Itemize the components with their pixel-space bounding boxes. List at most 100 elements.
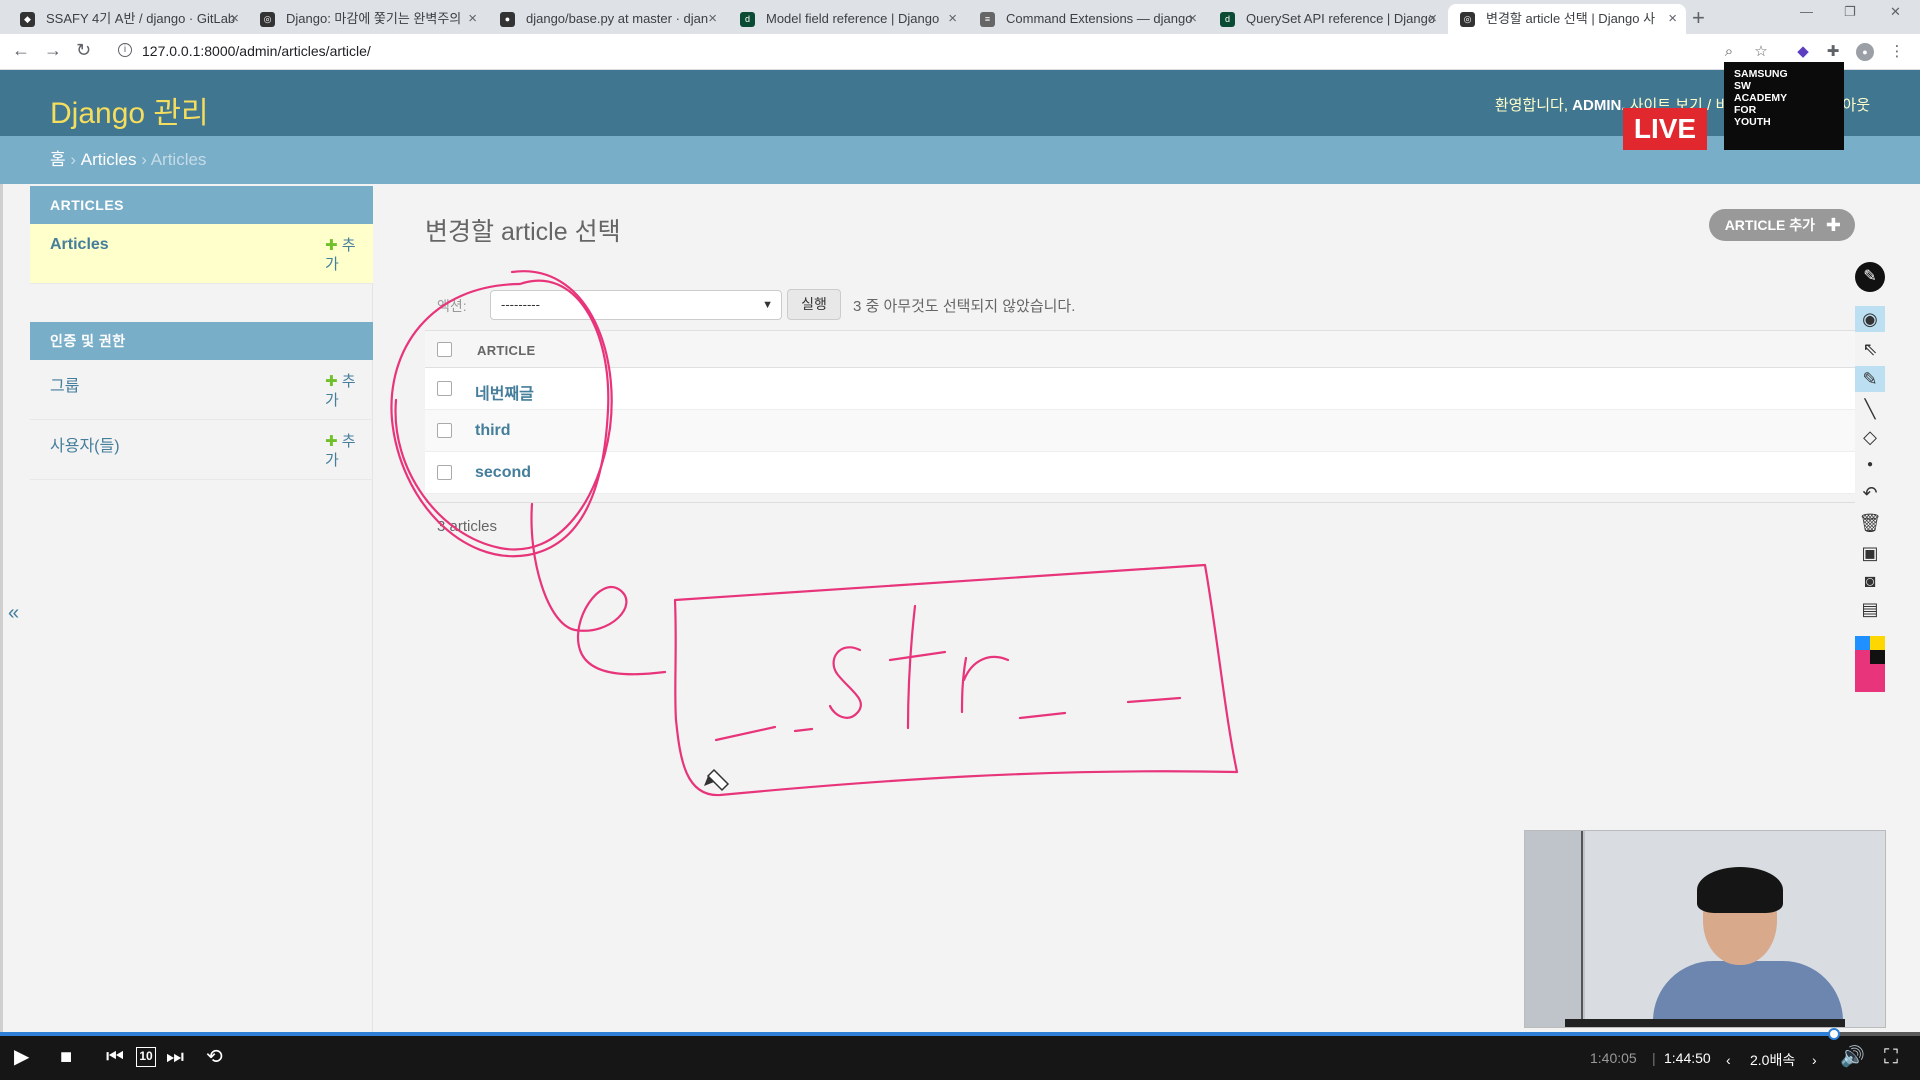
close-icon[interactable]: ×	[468, 4, 477, 34]
browser-tab[interactable]: d QuerySet API reference | Django ×	[1208, 4, 1446, 34]
add-link[interactable]: ✚ 추가	[325, 372, 361, 410]
tab-title: SSAFY 4기 A반 / django · GitLab	[46, 11, 236, 26]
webcam-person-body	[1653, 961, 1843, 1027]
sidebar-item-label[interactable]: Articles	[50, 236, 109, 254]
github-icon: ●	[500, 12, 515, 27]
browser-tab[interactable]: ◎ Django: 마감에 쫓기는 완벽주의 ×	[248, 4, 486, 34]
breadcrumb-app[interactable]: Articles	[81, 150, 137, 169]
tab-title: Django: 마감에 쫓기는 완벽주의	[286, 11, 462, 26]
column-header[interactable]: ARTICLE	[477, 343, 535, 358]
gitlab-icon: ◆	[20, 12, 35, 27]
cursor-icon[interactable]: ⇖	[1855, 336, 1885, 362]
reload-icon[interactable]: ↻	[76, 40, 91, 61]
playback-speed[interactable]: 2.0배속	[1750, 1050, 1795, 1070]
back-icon[interactable]: ←	[12, 40, 30, 61]
profile-avatar[interactable]: ●	[1856, 43, 1874, 61]
color-swatch-yellow[interactable]	[1870, 636, 1885, 650]
color-swatch-pink[interactable]	[1855, 650, 1870, 664]
article-link[interactable]: third	[475, 422, 511, 440]
eraser-icon[interactable]: ◇	[1855, 424, 1885, 450]
action-select[interactable]: --------- ▼	[490, 290, 782, 320]
pen-tool-logo-icon[interactable]: ✎	[1855, 262, 1885, 292]
close-window-icon[interactable]: ✕	[1890, 4, 1901, 20]
site-brand[interactable]: Django 관리	[50, 88, 209, 132]
color-swatch-black[interactable]	[1870, 650, 1885, 664]
progress-bar[interactable]	[0, 1028, 1920, 1040]
color-swatch-blue[interactable]	[1855, 636, 1870, 650]
selection-counter: 3 중 아무것도 선택되지 않았습니다.	[853, 298, 1076, 315]
module-articles: ARTICLES Articles ✚ 추가	[30, 186, 373, 284]
globe-icon: ◎	[260, 12, 275, 27]
fullscreen-icon[interactable]: ⛶	[1884, 1046, 1898, 1068]
article-link[interactable]: second	[475, 464, 531, 482]
new-tab-icon[interactable]: +	[1692, 4, 1705, 32]
star-icon[interactable]: ☆	[1752, 43, 1770, 61]
django-icon: d	[1220, 12, 1235, 27]
repeat-icon[interactable]: ⟲	[206, 1046, 223, 1068]
browser-tab-active[interactable]: ◎ 변경할 article 선택 | Django 사 ×	[1448, 4, 1686, 34]
sidebar-collapse-toggle[interactable]: «	[8, 602, 19, 625]
url-field[interactable]: 127.0.0.1:8000/admin/articles/article/	[142, 43, 371, 59]
close-icon[interactable]: ×	[1668, 4, 1677, 34]
table-row: second	[425, 452, 1855, 494]
breadcrumb-home[interactable]: 홈	[50, 150, 66, 169]
table-row: third	[425, 410, 1855, 452]
module-caption[interactable]: ARTICLES	[30, 186, 373, 224]
previous-icon[interactable]: ⏮	[106, 1046, 124, 1068]
speed-down-icon[interactable]: ‹	[1726, 1049, 1731, 1071]
module-caption[interactable]: 인증 및 권한	[30, 322, 373, 360]
camera-icon[interactable]: ◙	[1855, 568, 1885, 594]
volume-icon[interactable]: 🔊	[1840, 1046, 1865, 1068]
info-icon[interactable]: i	[118, 43, 132, 57]
add-link[interactable]: ✚ 추가	[325, 236, 361, 274]
screen: ◆ SSAFY 4기 A반 / django · GitLab × ◎ Djan…	[0, 0, 1920, 1080]
stop-icon[interactable]: ■	[60, 1046, 72, 1068]
select-all-checkbox[interactable]	[437, 342, 452, 357]
row-checkbox[interactable]	[437, 465, 452, 480]
close-icon[interactable]: ×	[708, 4, 717, 34]
eye-icon[interactable]: ◉	[1855, 306, 1885, 332]
row-checkbox[interactable]	[437, 381, 452, 396]
sidebar-item-label[interactable]: 사용자(들)	[50, 432, 120, 456]
row-checkbox[interactable]	[437, 423, 452, 438]
undo-icon[interactable]: ↶	[1855, 480, 1885, 506]
browser-tab[interactable]: ● django/base.py at master · djan ×	[488, 4, 726, 34]
color-palette[interactable]	[1855, 636, 1885, 696]
extension-icon[interactable]: ◆	[1794, 43, 1812, 61]
clipboard-icon[interactable]: ▤	[1855, 596, 1885, 622]
menu-icon[interactable]: ⋮	[1888, 43, 1906, 61]
browser-tab[interactable]: d Model field reference | Django ×	[728, 4, 966, 34]
line-icon[interactable]: ╲	[1855, 396, 1885, 422]
webcam-wall	[1525, 831, 1585, 1027]
skip-seconds-button[interactable]: 10	[136, 1047, 156, 1067]
action-label: 액션:	[437, 298, 467, 314]
current-color[interactable]	[1855, 664, 1885, 692]
add-article-button[interactable]: ARTICLE 추가 ✚	[1708, 209, 1855, 241]
sidebar-item-groups: 그룹 ✚ 추가	[30, 360, 373, 420]
puzzle-icon[interactable]: ✚	[1824, 43, 1842, 61]
add-link[interactable]: ✚ 추가	[325, 432, 361, 470]
academy-logo-line: ACADEMY	[1734, 92, 1788, 104]
pen-icon[interactable]: ✎	[1855, 366, 1885, 392]
browser-tab[interactable]: ◆ SSAFY 4기 A반 / django · GitLab ×	[8, 4, 248, 34]
article-link[interactable]: 네번째글	[475, 380, 534, 404]
progress-handle[interactable]	[1827, 1028, 1840, 1040]
next-icon[interactable]: ⏭	[166, 1046, 184, 1068]
run-action-button[interactable]: 실행	[787, 289, 841, 320]
zoom-icon[interactable]: ⌕	[1720, 43, 1738, 61]
close-icon[interactable]: ×	[1188, 4, 1197, 34]
close-icon[interactable]: ×	[230, 4, 239, 34]
board-icon[interactable]: ▣	[1855, 540, 1885, 566]
play-icon[interactable]: ▶	[14, 1046, 29, 1068]
speed-up-icon[interactable]: ›	[1812, 1049, 1817, 1071]
restore-icon[interactable]: ❐	[1844, 4, 1856, 20]
plus-icon: ✚	[325, 433, 338, 450]
close-icon[interactable]: ×	[948, 4, 957, 34]
trash-icon[interactable]: 🗑	[1855, 510, 1885, 536]
sidebar-item-label[interactable]: 그룹	[50, 372, 79, 396]
browser-tab[interactable]: ≡ Command Extensions — django ×	[968, 4, 1206, 34]
close-icon[interactable]: ×	[1428, 4, 1437, 34]
minimize-icon[interactable]: —	[1800, 4, 1813, 19]
dot-icon[interactable]: ●	[1855, 452, 1885, 478]
forward-icon[interactable]: →	[44, 40, 62, 61]
